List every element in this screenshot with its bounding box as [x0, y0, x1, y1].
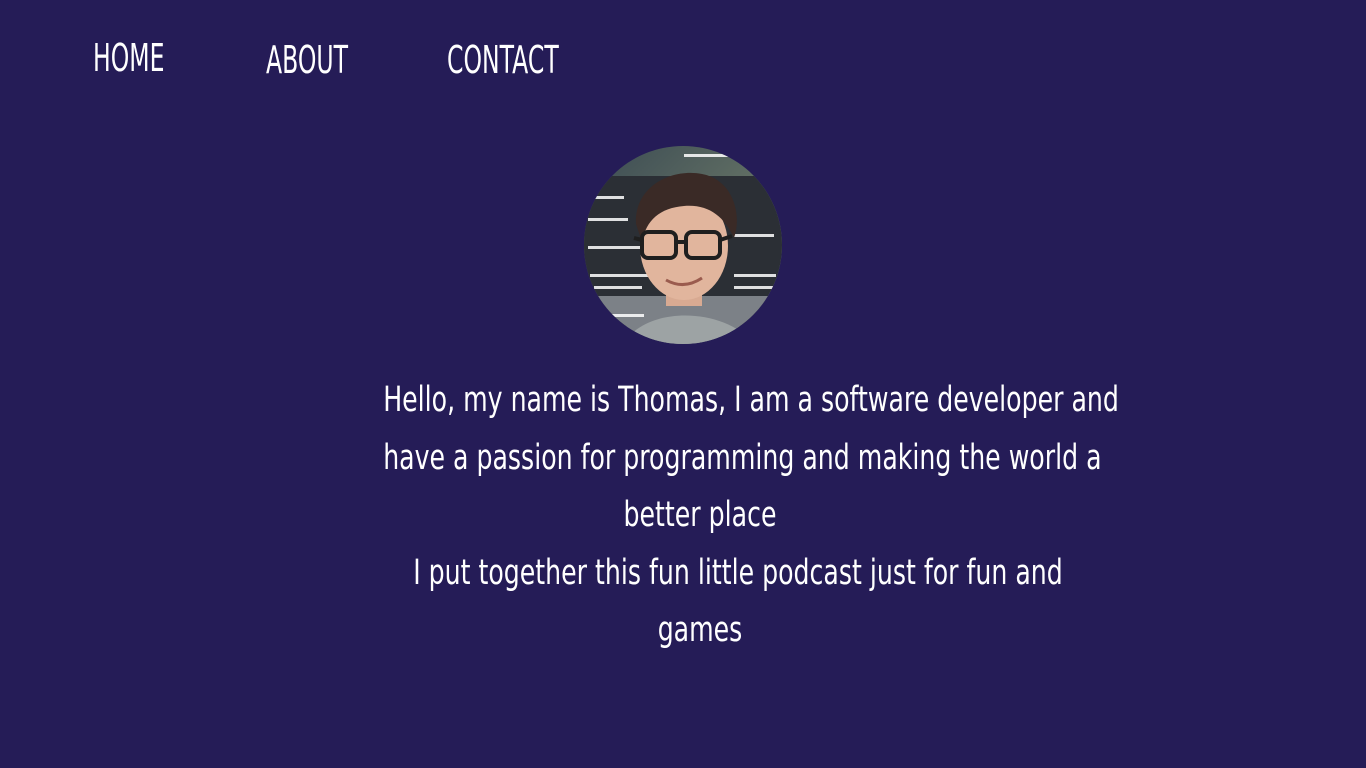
bio-line: I put together this fun little podcast j… — [413, 552, 1063, 593]
bio-line: Hello, my name is Thomas, I am a softwar… — [383, 380, 1119, 420]
profile-photo — [584, 146, 782, 344]
main-nav: HOME ABOUT CONTACT — [0, 0, 1366, 110]
profile-photo-image — [584, 146, 782, 344]
nav-home-link[interactable]: HOME — [93, 28, 164, 88]
bio-line: have a passion for programming and makin… — [383, 437, 1102, 478]
nav-about-link[interactable]: ABOUT — [266, 30, 348, 90]
nav-contact-link[interactable]: CONTACT — [447, 30, 559, 90]
bio-text: Hello, my name is Thomas, I am a softwar… — [260, 372, 1140, 660]
bio-line: better place — [623, 495, 777, 535]
bio-line: games — [657, 610, 743, 650]
